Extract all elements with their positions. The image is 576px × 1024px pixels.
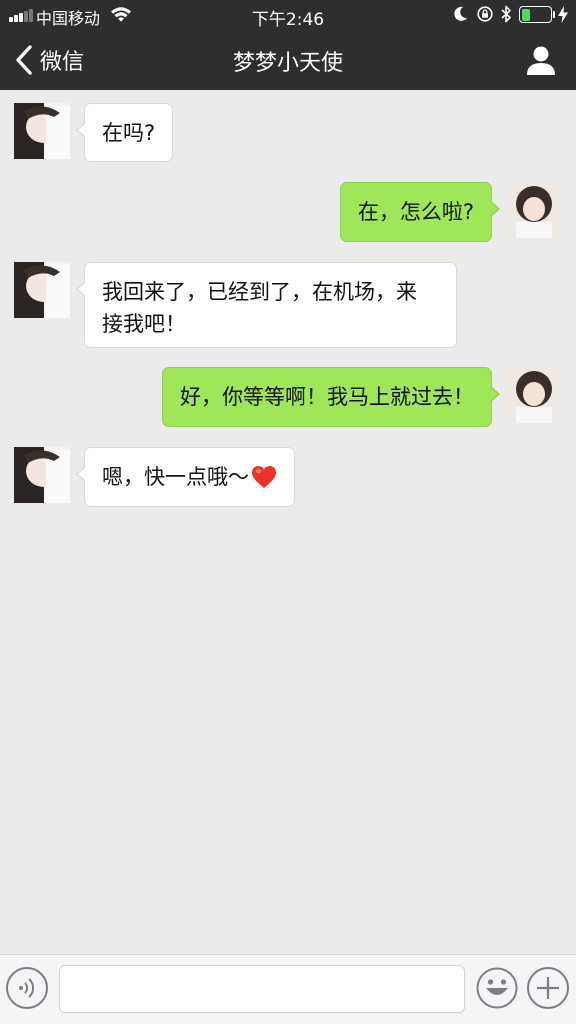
message-text: 嗯，快一点哦～ bbox=[102, 465, 249, 489]
my-avatar[interactable] bbox=[506, 367, 562, 423]
chevron-left-icon bbox=[16, 45, 32, 75]
message-input[interactable] bbox=[59, 965, 465, 1013]
heart-emoji-icon bbox=[252, 466, 276, 488]
do-not-disturb-moon-icon bbox=[454, 6, 467, 21]
back-label: 微信 bbox=[40, 50, 85, 75]
contact-avatar[interactable] bbox=[14, 447, 70, 503]
chat-title: 梦梦小天使 bbox=[232, 51, 343, 76]
contact-profile-icon[interactable] bbox=[524, 44, 558, 76]
voice-icon bbox=[19, 978, 35, 998]
outgoing-message: 在，怎么啦? bbox=[339, 182, 501, 242]
outgoing-message: 好，你等等啊！我马上就过去！ bbox=[162, 367, 500, 427]
more-options-button[interactable] bbox=[527, 967, 569, 1009]
plus-icon bbox=[537, 977, 559, 999]
incoming-message: 我回来了，已经到了，在机场，来 接我吧！ bbox=[76, 262, 457, 348]
battery-level bbox=[521, 8, 530, 21]
contact-avatar[interactable] bbox=[14, 103, 70, 159]
message-text: 好，你等等啊！我马上就过去！ bbox=[180, 385, 474, 409]
emoji-button[interactable] bbox=[476, 967, 518, 1009]
smiley-face-icon bbox=[476, 967, 518, 1009]
battery-icon bbox=[519, 6, 555, 23]
rotation-lock-icon bbox=[477, 6, 493, 22]
my-avatar[interactable] bbox=[506, 182, 562, 238]
message-text: 在，怎么啦? bbox=[357, 200, 474, 224]
bluetooth-icon bbox=[501, 5, 511, 23]
incoming-message: 嗯，快一点哦～ bbox=[76, 447, 295, 507]
chat-input-bar bbox=[0, 954, 576, 1024]
back-button[interactable]: 微信 bbox=[14, 42, 84, 78]
message-text: 在吗? bbox=[102, 121, 156, 145]
navigation-bar: 微信 梦梦小天使 bbox=[0, 30, 576, 90]
status-bar: 中国移动 下午2:46 bbox=[0, 0, 576, 30]
contact-avatar[interactable] bbox=[14, 262, 70, 318]
voice-input-button[interactable] bbox=[6, 967, 48, 1009]
charging-bolt-icon bbox=[558, 6, 568, 23]
message-text-line: 我回来了，已经到了，在机场，来 bbox=[102, 280, 417, 304]
incoming-message: 在吗? bbox=[75, 103, 174, 162]
message-text-line: 接我吧！ bbox=[102, 312, 186, 336]
